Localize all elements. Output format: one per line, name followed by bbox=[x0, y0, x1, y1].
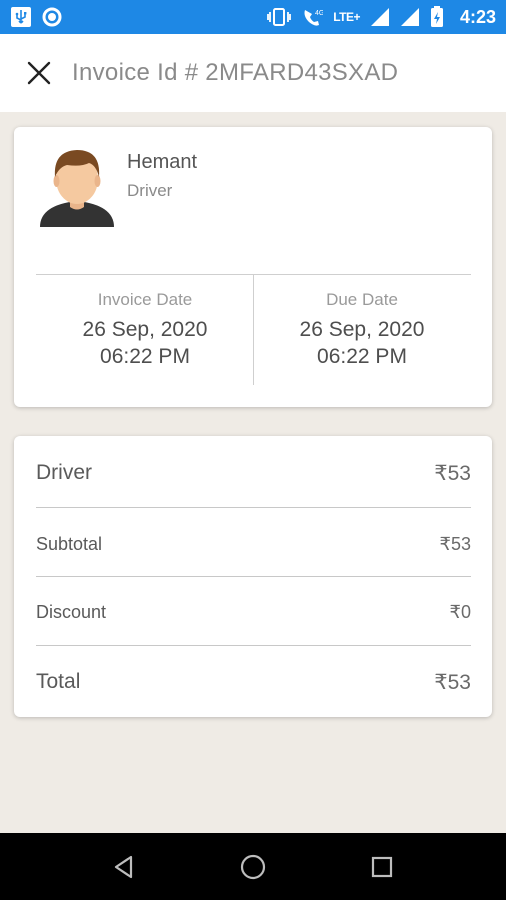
divider bbox=[36, 645, 471, 646]
bill-row-amount: ₹53 bbox=[439, 533, 471, 554]
profile-card: Hemant Driver Invoice Date 26 Sep, 2020 … bbox=[14, 127, 492, 407]
bill-row-label: Driver bbox=[36, 461, 92, 484]
bill-row-label: Discount bbox=[36, 601, 107, 622]
status-bar-left bbox=[10, 6, 62, 28]
close-icon bbox=[27, 61, 51, 85]
due-time-value: 06:22 PM bbox=[317, 345, 407, 368]
close-button[interactable] bbox=[14, 48, 64, 98]
signal-icon bbox=[400, 7, 420, 27]
bill-row-amount: ₹53 bbox=[434, 670, 471, 694]
invoice-date-label: Invoice Date bbox=[97, 290, 193, 309]
invoice-date-value: 26 Sep, 2020 bbox=[82, 318, 208, 341]
invoice-time-value: 06:22 PM bbox=[100, 345, 190, 368]
volte-call-icon: 4G bbox=[301, 7, 323, 27]
page-title: Invoice Id # 2MFARD43SXAD bbox=[72, 59, 399, 86]
back-button[interactable] bbox=[104, 847, 144, 887]
clock: 4:23 bbox=[459, 6, 496, 27]
bill-row-driver: Driver ₹53 bbox=[36, 458, 471, 488]
status-bar: 4G LTE+ 4:23 bbox=[0, 0, 506, 34]
usb-icon bbox=[10, 6, 32, 28]
due-date-block: Due Date 26 Sep, 2020 06:22 PM bbox=[253, 290, 471, 370]
signal-icon bbox=[370, 7, 390, 27]
circle-notification-icon bbox=[42, 7, 62, 27]
divider bbox=[36, 507, 471, 508]
bill-summary-card: Driver ₹53 Subtotal ₹53 Discount ₹0 Tota… bbox=[14, 436, 492, 717]
battery-icon bbox=[430, 6, 444, 28]
bill-row-amount: ₹0 bbox=[449, 601, 471, 622]
back-triangle-icon bbox=[115, 855, 133, 878]
person-avatar-icon bbox=[38, 147, 116, 229]
due-date-value: 26 Sep, 2020 bbox=[299, 318, 425, 341]
bill-row-total: Total ₹53 bbox=[36, 667, 471, 697]
driver-role: Driver bbox=[127, 181, 173, 200]
home-button[interactable] bbox=[233, 847, 273, 887]
recents-button[interactable] bbox=[362, 847, 402, 887]
bill-row-label: Subtotal bbox=[36, 533, 103, 554]
status-bar-right: 4G LTE+ 4:23 bbox=[267, 6, 496, 28]
home-circle-icon bbox=[240, 854, 266, 879]
recents-square-icon bbox=[371, 856, 392, 877]
bill-row-label: Total bbox=[36, 670, 81, 693]
bill-row-subtotal: Subtotal ₹53 bbox=[36, 529, 471, 559]
app-bar: Invoice Id # 2MFARD43SXAD bbox=[0, 34, 506, 112]
system-nav-bar bbox=[0, 833, 506, 900]
divider bbox=[36, 576, 471, 577]
vibrate-icon bbox=[267, 7, 292, 27]
network-type-label: LTE+ bbox=[333, 10, 360, 24]
signal-type-label: 4G bbox=[315, 10, 323, 17]
invoice-date-block: Invoice Date 26 Sep, 2020 06:22 PM bbox=[36, 290, 254, 370]
bill-row-discount: Discount ₹0 bbox=[36, 597, 471, 627]
driver-name: Hemant bbox=[127, 151, 198, 173]
bill-row-amount: ₹53 bbox=[434, 461, 471, 485]
due-date-label: Due Date bbox=[326, 290, 398, 309]
